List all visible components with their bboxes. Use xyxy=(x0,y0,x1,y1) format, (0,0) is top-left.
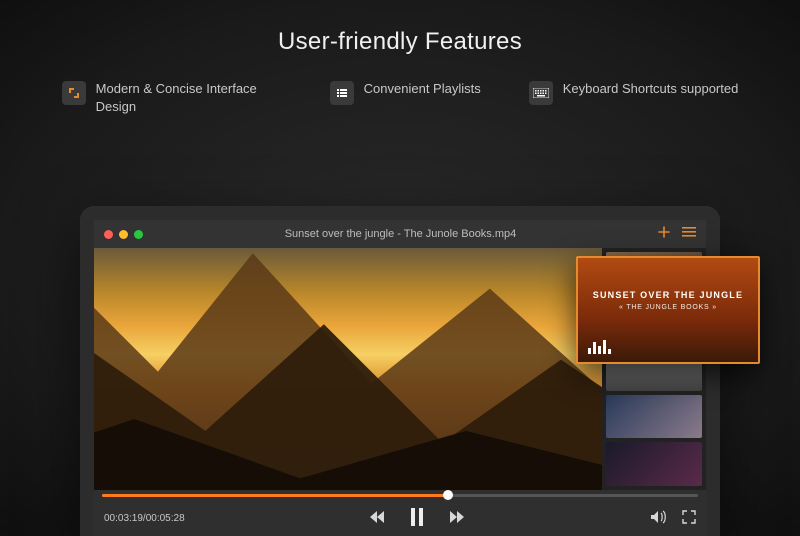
titlebar-actions xyxy=(658,225,696,243)
keyboard-icon xyxy=(529,81,553,105)
window-close-button[interactable] xyxy=(104,230,113,239)
feature-shortcuts: Keyboard Shortcuts supported xyxy=(529,80,739,116)
feature-playlists: Convenient Playlists xyxy=(330,80,481,116)
fullscreen-button[interactable] xyxy=(682,510,696,527)
window-maximize-button[interactable] xyxy=(134,230,143,239)
popup-title: SUNSET OVER THE JUNGLE xyxy=(578,290,758,300)
traffic-lights xyxy=(104,230,143,239)
time-display: 00:03:19/00:05:28 xyxy=(104,513,185,524)
equalizer-icon xyxy=(588,340,611,354)
volume-button[interactable] xyxy=(650,510,668,527)
playlist-item[interactable] xyxy=(606,395,702,439)
feature-label: Keyboard Shortcuts supported xyxy=(563,80,739,98)
window-titlebar: Sunset over the jungle - The Junole Book… xyxy=(94,220,706,248)
progress-handle[interactable] xyxy=(443,490,453,500)
video-art xyxy=(94,248,602,490)
window-minimize-button[interactable] xyxy=(119,230,128,239)
playlist-item[interactable] xyxy=(606,442,702,486)
video-viewport[interactable] xyxy=(94,248,602,490)
previous-button[interactable] xyxy=(369,510,385,527)
feature-interface: Modern & Concise Interface Design xyxy=(62,80,282,116)
feature-label: Modern & Concise Interface Design xyxy=(96,80,282,116)
pause-button[interactable] xyxy=(409,508,425,529)
player-controls: 00:03:19/00:05:28 xyxy=(94,490,706,536)
next-button[interactable] xyxy=(449,510,465,527)
popup-subtitle: « THE JUNGLE BOOKS » xyxy=(578,304,758,311)
window-title: Sunset over the jungle - The Junole Book… xyxy=(151,228,650,240)
progress-bar[interactable] xyxy=(94,490,706,500)
add-button[interactable] xyxy=(658,225,670,243)
interface-icon xyxy=(62,81,86,105)
features-row: Modern & Concise Interface Design Conven… xyxy=(0,80,800,116)
playlist-icon xyxy=(330,81,354,105)
feature-label: Convenient Playlists xyxy=(364,80,481,98)
headline: User-friendly Features xyxy=(0,28,800,56)
now-playing-popup[interactable]: SUNSET OVER THE JUNGLE « THE JUNGLE BOOK… xyxy=(576,256,760,364)
playlist-toggle-button[interactable] xyxy=(682,225,696,243)
progress-fill xyxy=(102,494,448,497)
